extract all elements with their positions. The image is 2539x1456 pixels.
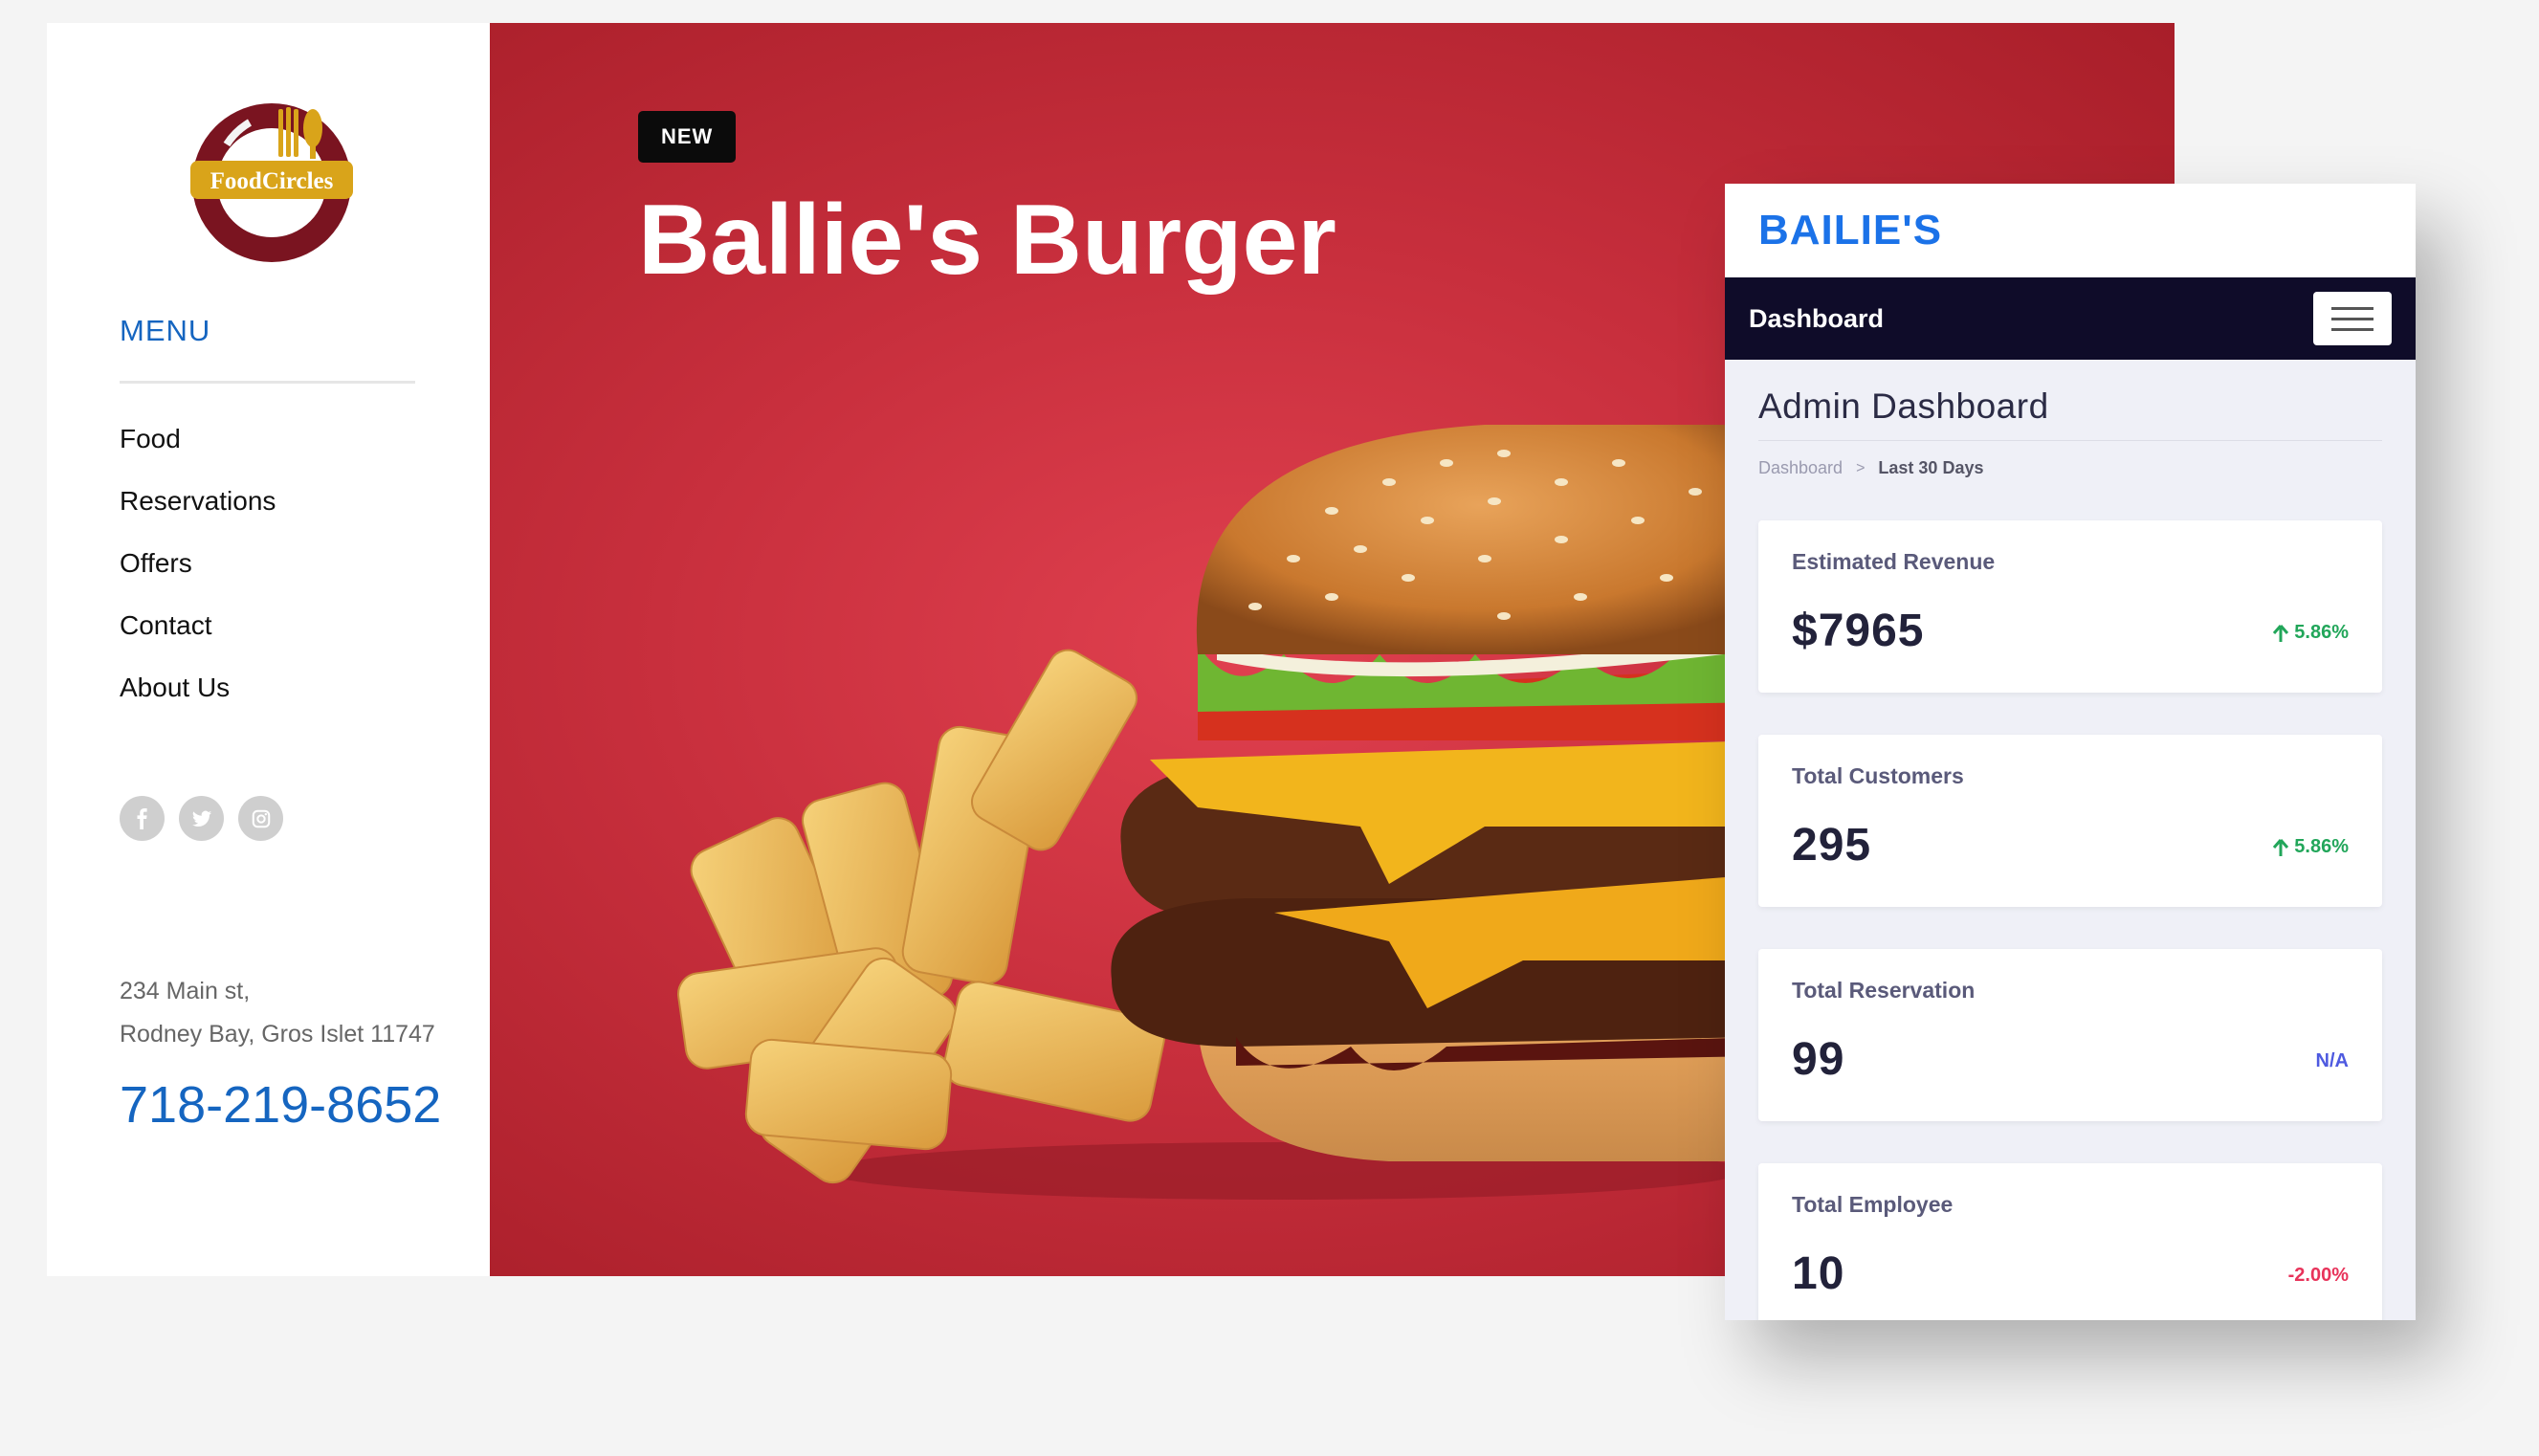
stat-value: $7965 bbox=[1792, 606, 1925, 656]
stat-change-value: 5.86% bbox=[2294, 622, 2349, 643]
stat-change: 5.86% bbox=[2272, 622, 2349, 644]
menu-item-about-us[interactable]: About Us bbox=[120, 656, 276, 718]
menu-item-reservations[interactable]: Reservations bbox=[120, 470, 276, 532]
stat-change-value: 5.86% bbox=[2294, 836, 2349, 857]
menu-item-contact[interactable]: Contact bbox=[120, 594, 276, 656]
stat-value: 295 bbox=[1792, 820, 1872, 871]
nav-title[interactable]: Dashboard bbox=[1749, 304, 1884, 334]
stat-change: 5.86% bbox=[2272, 836, 2349, 858]
logo-text: FoodCircles bbox=[210, 168, 334, 194]
stat-card-reservation: Total Reservation 99 N/A bbox=[1758, 949, 2382, 1121]
stat-label: Total Customers bbox=[1792, 763, 1964, 788]
facebook-icon[interactable] bbox=[120, 796, 165, 841]
twitter-icon[interactable] bbox=[179, 796, 224, 841]
stat-change-value: N/A bbox=[2315, 1050, 2349, 1071]
phone-number[interactable]: 718-219-8652 bbox=[120, 1075, 441, 1135]
breadcrumb-current: Last 30 Days bbox=[1878, 458, 1984, 477]
arrow-up-icon bbox=[2273, 624, 2289, 642]
admin-dashboard-mockup: BAILIE'S Dashboard Admin Dashboard Dashb… bbox=[1725, 184, 2416, 1320]
menu-item-food[interactable]: Food bbox=[120, 408, 276, 470]
foodcircles-logo[interactable]: FoodCircles bbox=[190, 101, 353, 264]
menu-heading: MENU bbox=[120, 314, 211, 347]
arrow-up-icon bbox=[2273, 838, 2289, 856]
stat-label: Total Reservation bbox=[1792, 978, 1976, 1003]
menu-divider bbox=[120, 381, 415, 384]
instagram-icon[interactable] bbox=[238, 796, 283, 841]
hero-title: Ballie's Burger bbox=[638, 185, 1336, 296]
address-line-1: 234 Main st, bbox=[120, 978, 251, 1004]
address: 234 Main st, Rodney Bay, Gros Islet 1174… bbox=[120, 970, 435, 1056]
stat-card-revenue: Estimated Revenue $7965 5.86% bbox=[1758, 520, 2382, 693]
stat-cards: Estimated Revenue $7965 5.86% Total Cust… bbox=[1758, 520, 2382, 1320]
breadcrumb: Dashboard > Last 30 Days bbox=[1758, 458, 2382, 478]
stat-label: Estimated Revenue bbox=[1792, 549, 1996, 574]
menu-item-offers[interactable]: Offers bbox=[120, 532, 276, 594]
hamburger-menu-icon[interactable] bbox=[2313, 292, 2392, 345]
dashboard-brand-bar: BAILIE'S bbox=[1725, 184, 2416, 277]
stat-value: 99 bbox=[1792, 1034, 1845, 1085]
page-title: Admin Dashboard bbox=[1758, 360, 2382, 441]
stat-value: 10 bbox=[1792, 1248, 1845, 1299]
stat-change: N/A bbox=[2316, 1050, 2349, 1072]
sidebar: FoodCircles MENU Food Reservations Offer… bbox=[47, 23, 490, 1276]
brand-logo[interactable]: BAILIE'S bbox=[1758, 207, 1942, 254]
address-line-2: Rodney Bay, Gros Islet 11747 bbox=[120, 1021, 435, 1048]
menu-list: Food Reservations Offers Contact About U… bbox=[120, 408, 276, 718]
dashboard-navbar: Dashboard bbox=[1725, 277, 2416, 360]
burger-and-fries-image bbox=[677, 425, 1762, 1200]
stat-card-customers: Total Customers 295 5.86% bbox=[1758, 735, 2382, 907]
stat-change: -2.00% bbox=[2288, 1265, 2349, 1287]
breadcrumb-root[interactable]: Dashboard bbox=[1758, 458, 1843, 478]
stat-label: Total Employee bbox=[1792, 1192, 1954, 1217]
social-links bbox=[120, 796, 283, 841]
new-badge: NEW bbox=[638, 111, 737, 163]
stat-change-value: -2.00% bbox=[2287, 1265, 2349, 1286]
chevron-right-icon: > bbox=[1856, 459, 1866, 476]
stat-card-employee: Total Employee 10 -2.00% bbox=[1758, 1163, 2382, 1320]
